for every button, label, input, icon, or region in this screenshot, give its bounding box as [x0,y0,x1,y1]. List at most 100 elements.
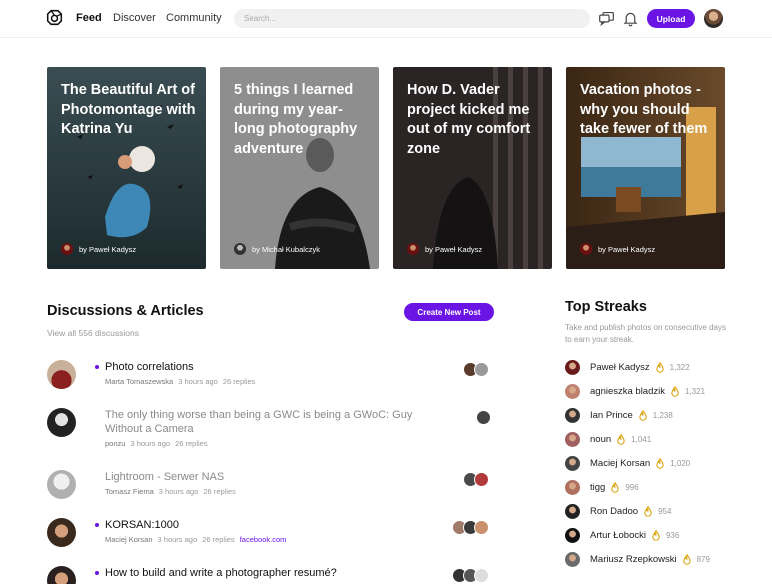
avatar [565,503,580,519]
streak-name[interactable]: Mariusz Rzepkowski [590,554,677,565]
messages-icon[interactable] [598,10,615,27]
list-item[interactable]: KORSAN:1000 Maciej Korsan 3 hours ago 26 r… [47,518,497,548]
discussion-replies: 26 replies [203,487,236,496]
flame-icon [639,410,647,421]
streak-name[interactable]: noun [590,434,611,445]
flame-icon [611,482,619,493]
article-card-3[interactable]: How D. Vader project kicked me out of my… [393,67,552,269]
streak-name[interactable]: Ron Dadoo [590,506,638,517]
card-author: by Michał Kubalczyk [234,243,320,255]
avatar [565,359,580,375]
streak-item[interactable]: Maciej Korsan 1,020 [565,455,690,471]
card-title: Vacation photos - why you should take fe… [580,82,708,137]
avatar [47,360,76,389]
streak-name[interactable]: agnieszka bladzik [590,386,665,397]
discussions-title: Discussions & Articles [47,303,204,319]
avatar [565,407,580,423]
author-avatar [234,243,246,255]
unread-dot [95,365,99,369]
view-all-discussions-link[interactable]: View all 556 discussions [47,328,139,338]
streak-name[interactable]: tigg [590,482,605,493]
participants [463,362,495,377]
streak-count: 954 [658,506,672,516]
streak-name[interactable]: Ian Prince [590,410,633,421]
streak-item[interactable]: Mariusz Rzepkowski 879 [565,551,710,567]
article-card-2[interactable]: 5 things I learned during my year-long p… [220,67,379,269]
nav-discover[interactable]: Discover [113,12,156,24]
participants [463,472,495,487]
discussion-link[interactable]: facebook.com [240,535,287,544]
discussion-author[interactable]: ponzu [105,439,125,448]
avatar [565,527,580,543]
discussion-title[interactable]: The only thing worse than being a GWC is… [105,408,425,436]
flame-icon [656,362,664,373]
nav-community[interactable]: Community [166,12,222,24]
streak-item[interactable]: noun 1,041 [565,431,651,447]
streak-count: 1,020 [670,458,691,468]
card-author: by Paweł Kadysz [61,243,136,255]
discussion-author[interactable]: Maciej Korsan [105,535,153,544]
streak-name[interactable]: Paweł Kadysz [590,362,650,373]
author-avatar [580,243,592,255]
discussion-title[interactable]: KORSAN:1000 [105,518,425,532]
streak-count: 1,321 [685,386,706,396]
streak-item[interactable]: Artur Łobocki 936 [565,527,679,543]
avatar [47,470,76,499]
flame-icon [656,458,664,469]
search-input[interactable] [234,9,590,28]
streak-item[interactable]: Paweł Kadysz 1,322 [565,359,690,375]
discussion-author[interactable]: Marta Tomaszewska [105,377,173,386]
discussion-meta: Marta Tomaszewska 3 hours ago 26 replies [105,377,255,386]
avatar [47,518,76,547]
streak-count: 996 [625,482,639,492]
unread-dot [95,523,99,527]
list-item[interactable]: Lightroom - Serwer NAS Tomasz Fiema 3 hou… [47,470,497,500]
list-item[interactable]: The only thing worse than being a GWC is… [47,408,497,448]
nav-feed[interactable]: Feed [76,12,102,24]
streaks-subtitle: Take and publish photos on consecutive d… [565,323,726,344]
create-post-button[interactable]: Create New Post [404,303,494,321]
streak-item[interactable]: tigg 996 [565,479,639,495]
discussion-replies: 26 replies [175,439,208,448]
discussion-title[interactable]: How to build and write a photographer re… [105,566,425,580]
card-author: by Paweł Kadysz [580,243,655,255]
author-avatar [407,243,419,255]
participants [452,520,496,535]
streak-item[interactable]: agnieszka bladzik 1,321 [565,383,705,399]
streak-name[interactable]: Artur Łobocki [590,530,646,541]
user-avatar[interactable] [704,9,723,28]
list-item[interactable]: How to build and write a photographer re… [47,566,497,584]
participant-avatar [474,568,489,583]
article-card-4[interactable]: Vacation photos - why you should take fe… [566,67,725,269]
card-title: 5 things I learned during my year-long p… [234,82,358,157]
upload-button[interactable]: Upload [647,9,695,28]
discussion-title[interactable]: Lightroom - Serwer NAS [105,470,425,484]
discussion-meta: ponzu 3 hours ago 26 replies [105,439,208,448]
participant-avatar [474,520,489,535]
participant-avatar [474,362,489,377]
streak-name[interactable]: Maciej Korsan [590,458,650,469]
streak-count: 1,322 [669,362,690,372]
discussion-replies: 26 replies [222,377,256,386]
bell-icon[interactable] [622,10,639,27]
participant-avatar [474,472,489,487]
streak-item[interactable]: Ron Dadoo 954 [565,503,671,519]
discussion-title[interactable]: Photo correlations [105,360,425,374]
discussion-time: 3 hours ago [178,377,218,386]
flame-icon [617,434,625,445]
avatar [565,479,580,495]
discussion-time: 3 hours ago [130,439,171,448]
streak-count: 936 [665,530,680,540]
article-card-1[interactable]: The Beautiful Art of Photomontage with K… [47,67,206,269]
streak-item[interactable]: Ian Prince 1,238 [565,407,673,423]
participants [452,568,496,583]
unread-dot [95,571,99,575]
streak-count: 1,238 [652,410,673,420]
streak-count: 879 [696,554,710,564]
flame-icon [644,506,652,517]
author-name: by Paweł Kadysz [79,244,137,254]
discussion-author[interactable]: Tomasz Fiema [105,487,154,496]
participants [476,410,494,425]
list-item[interactable]: Photo correlations Marta Tomaszewska 3 ho… [47,360,497,390]
logo-icon[interactable] [46,9,63,26]
